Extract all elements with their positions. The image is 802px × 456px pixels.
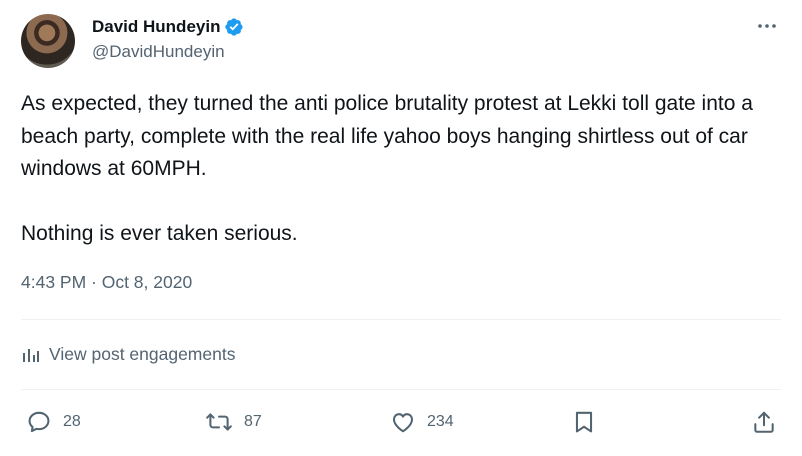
like-icon xyxy=(390,409,416,435)
like-count: 234 xyxy=(427,413,454,430)
bookmark-button[interactable] xyxy=(571,404,597,440)
reply-button[interactable]: 28 xyxy=(26,404,81,440)
repost-button[interactable]: 87 xyxy=(205,404,262,440)
reply-count: 28 xyxy=(63,413,81,430)
avatar[interactable] xyxy=(21,14,75,68)
tweet-text: As expected, they turned the anti police… xyxy=(21,92,753,245)
reply-icon xyxy=(26,409,52,435)
like-button[interactable]: 234 xyxy=(390,404,454,440)
share-icon xyxy=(751,409,777,435)
view-engagements-link[interactable]: View post engagements xyxy=(21,341,235,367)
repost-count: 87 xyxy=(244,413,262,430)
divider xyxy=(21,389,781,390)
share-button[interactable] xyxy=(751,404,777,440)
tweet-timestamp[interactable]: 4:43 PM · Oct 8, 2020 xyxy=(21,272,192,293)
more-icon[interactable] xyxy=(755,14,779,38)
author-info: David Hundeyin @DavidHundeyin xyxy=(92,16,244,62)
bookmark-icon xyxy=(571,409,597,435)
name-row: David Hundeyin xyxy=(92,16,244,38)
action-bar: 28 87 234 xyxy=(21,404,781,440)
author-display-name[interactable]: David Hundeyin xyxy=(92,17,220,37)
repost-icon xyxy=(205,409,233,435)
analytics-icon xyxy=(21,344,49,364)
author-handle[interactable]: @DavidHundeyin xyxy=(92,42,244,62)
verified-badge-icon[interactable] xyxy=(224,17,244,37)
divider xyxy=(21,319,781,320)
view-engagements-label: View post engagements xyxy=(49,343,236,364)
tweet-header: David Hundeyin @DavidHundeyin xyxy=(21,14,781,70)
